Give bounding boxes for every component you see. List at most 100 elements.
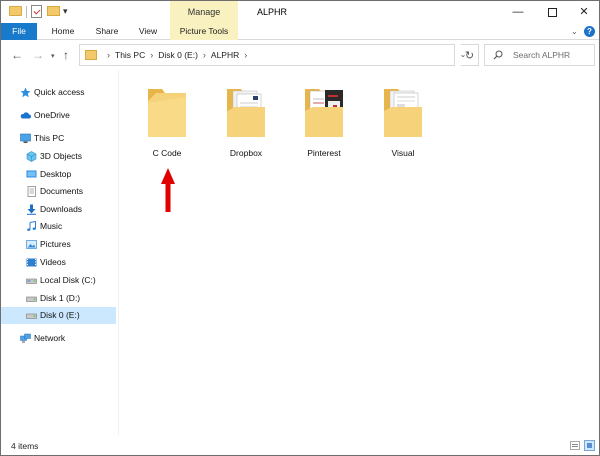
tab-view[interactable]: View bbox=[131, 23, 165, 40]
annotation-arrow-icon bbox=[161, 168, 175, 212]
sidebar-item-3d-objects[interactable]: 3D Objects bbox=[1, 148, 116, 165]
item-count: 4 items bbox=[11, 441, 39, 451]
navigation-pane: Quick access OneDrive This PC 3D Objects… bbox=[1, 70, 118, 435]
manage-context-group: Manage bbox=[170, 1, 238, 23]
chevron-right-icon: › bbox=[107, 50, 110, 60]
sidebar-item-label: 3D Objects bbox=[40, 151, 83, 161]
file-list: C Code Dropbox Pinterest Visual bbox=[119, 70, 599, 435]
sidebar-item-label: Pictures bbox=[40, 239, 71, 249]
ribbon-tabs: File Home Share View Picture Tools ⌄ ? bbox=[1, 23, 599, 40]
folder-icon bbox=[227, 89, 265, 137]
sidebar-item-music[interactable]: Music bbox=[1, 218, 116, 235]
tab-file[interactable]: File bbox=[1, 23, 37, 40]
up-button[interactable]: ↑ bbox=[63, 48, 69, 62]
sidebar-item-onedrive[interactable]: OneDrive bbox=[1, 107, 116, 124]
sidebar-item-videos[interactable]: Videos bbox=[1, 254, 116, 271]
sidebar-item-label: Local Disk (C:) bbox=[40, 275, 96, 285]
cube-icon bbox=[26, 151, 37, 162]
maximize-icon bbox=[547, 7, 557, 17]
sidebar-item-label: This PC bbox=[34, 133, 65, 143]
sidebar-item-pictures[interactable]: Pictures bbox=[1, 236, 116, 253]
computer-icon bbox=[20, 133, 31, 143]
window-title: ALPHR bbox=[257, 7, 288, 17]
breadcrumb-this-pc[interactable]: This PC bbox=[115, 50, 145, 60]
breadcrumb-disk-0[interactable]: Disk 0 (E:) bbox=[158, 50, 198, 60]
file-explorer-window: ▾ Manage ALPHR — ✕ File Home Share View … bbox=[0, 0, 600, 456]
close-button[interactable]: ✕ bbox=[569, 1, 599, 23]
maximize-button[interactable] bbox=[537, 1, 567, 23]
sidebar-item-label: Documents bbox=[40, 186, 83, 196]
refresh-button[interactable]: ↻ bbox=[461, 44, 479, 66]
sidebar-item-label: Videos bbox=[40, 257, 66, 267]
address-bar[interactable]: › This PC › Disk 0 (E:) › ALPHR › bbox=[79, 44, 455, 66]
drive-icon bbox=[26, 296, 37, 302]
sidebar-item-label: Downloads bbox=[40, 204, 83, 214]
sidebar-item-label: Quick access bbox=[34, 87, 85, 97]
network-icon bbox=[20, 333, 31, 343]
title-bar: ▾ Manage ALPHR — ✕ bbox=[1, 1, 599, 23]
chevron-right-icon[interactable]: › bbox=[244, 50, 247, 60]
properties-icon[interactable] bbox=[31, 5, 42, 18]
sidebar-item-label: Disk 0 (E:) bbox=[40, 310, 80, 320]
folder-name: Dropbox bbox=[229, 148, 263, 158]
drive-icon bbox=[26, 278, 37, 284]
back-button[interactable]: ← bbox=[11, 48, 23, 62]
chevron-right-icon[interactable]: › bbox=[150, 50, 153, 60]
minimize-button[interactable]: — bbox=[503, 1, 533, 23]
sidebar-item-quick-access[interactable]: Quick access bbox=[1, 84, 116, 101]
customize-toolbar-icon[interactable]: ▾ bbox=[63, 6, 68, 16]
sidebar-item-label: OneDrive bbox=[34, 110, 70, 120]
sidebar-item-downloads[interactable]: Downloads bbox=[1, 201, 116, 218]
sidebar-item-label: Music bbox=[40, 221, 63, 231]
help-icon[interactable]: ? bbox=[584, 26, 595, 37]
status-bar: 4 items bbox=[1, 435, 599, 455]
documents-icon bbox=[27, 186, 36, 197]
chevron-right-icon[interactable]: › bbox=[203, 50, 206, 60]
folder-name: Visual bbox=[391, 148, 415, 158]
videos-icon bbox=[26, 258, 37, 267]
folder-icon bbox=[305, 89, 343, 137]
music-icon bbox=[27, 221, 36, 231]
large-icons-view-icon[interactable] bbox=[584, 440, 595, 451]
folder-icon bbox=[148, 89, 186, 137]
sidebar-item-disk-1-d[interactable]: Disk 1 (D:) bbox=[1, 290, 116, 307]
folder-name: Pinterest bbox=[307, 148, 341, 158]
sidebar-item-this-pc[interactable]: This PC bbox=[1, 130, 116, 147]
sidebar-item-label: Disk 1 (D:) bbox=[40, 293, 81, 303]
expand-ribbon-icon[interactable]: ⌄ bbox=[571, 27, 578, 36]
sidebar-item-local-disk-c[interactable]: Local Disk (C:) bbox=[1, 272, 116, 289]
forward-button[interactable]: → bbox=[32, 48, 44, 62]
tab-home[interactable]: Home bbox=[43, 23, 83, 40]
folder-item-dropbox[interactable]: Dropbox bbox=[211, 82, 281, 162]
sidebar-item-label: Desktop bbox=[40, 169, 72, 179]
tab-share[interactable]: Share bbox=[87, 23, 127, 40]
folder-icon bbox=[384, 89, 422, 137]
download-icon bbox=[27, 204, 36, 215]
address-row: ← → ▾ ↑ › This PC › Disk 0 (E:) › ALPHR › ⌄ ↻ … bbox=[1, 40, 599, 70]
folder-item-pinterest[interactable]: Pinterest bbox=[289, 82, 359, 162]
sidebar-item-network[interactable]: Network bbox=[1, 330, 116, 347]
desktop-icon bbox=[26, 170, 37, 178]
sidebar-item-documents[interactable]: Documents bbox=[1, 183, 116, 200]
tab-picture-tools[interactable]: Picture Tools bbox=[170, 23, 238, 40]
folder-name: C Code bbox=[152, 148, 182, 158]
star-icon bbox=[20, 87, 31, 98]
breadcrumb-alphr[interactable]: ALPHR bbox=[211, 50, 239, 60]
new-folder-icon[interactable] bbox=[47, 6, 60, 16]
folder-icon bbox=[9, 6, 22, 16]
folder-item-c-code[interactable]: C Code bbox=[132, 82, 202, 162]
pictures-icon bbox=[26, 240, 37, 249]
cloud-icon bbox=[20, 112, 31, 119]
sidebar-item-desktop[interactable]: Desktop bbox=[1, 166, 116, 183]
search-input[interactable]: Search ALPHR bbox=[484, 44, 595, 66]
details-view-icon[interactable] bbox=[570, 441, 580, 450]
sidebar-item-disk-0-e[interactable]: Disk 0 (E:) bbox=[1, 307, 116, 324]
sidebar-item-label: Network bbox=[34, 333, 66, 343]
search-icon bbox=[493, 50, 503, 60]
toolbar-separator bbox=[26, 6, 27, 18]
breadcrumb: › This PC › Disk 0 (E:) › ALPHR › bbox=[102, 45, 252, 65]
folder-item-visual[interactable]: Visual bbox=[368, 82, 438, 162]
drive-icon bbox=[26, 313, 37, 319]
recent-locations-icon[interactable]: ▾ bbox=[51, 50, 55, 64]
search-placeholder: Search ALPHR bbox=[513, 50, 571, 60]
